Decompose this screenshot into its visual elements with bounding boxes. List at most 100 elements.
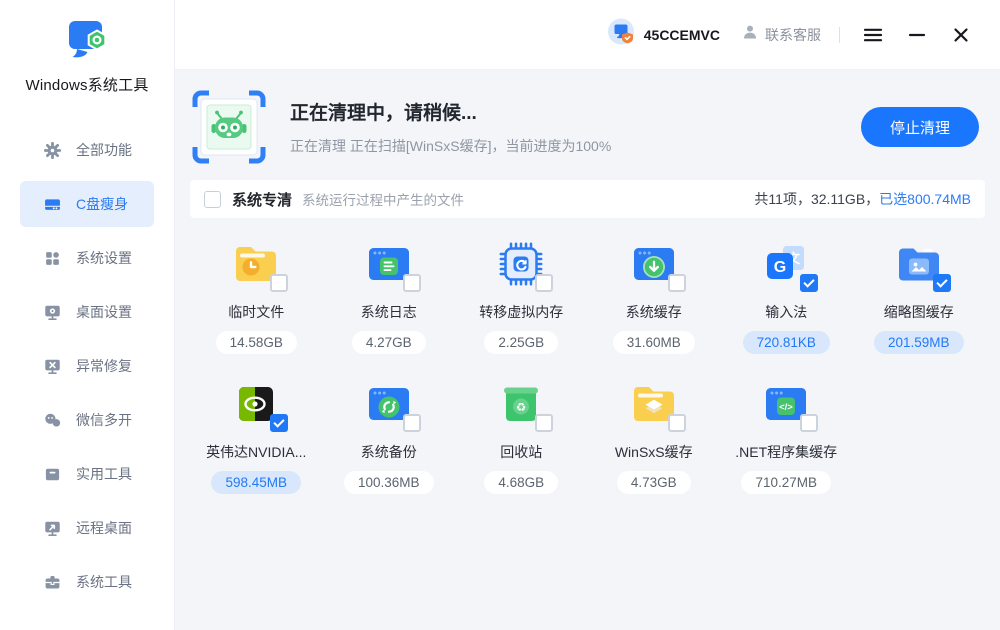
svg-text:♻: ♻: [516, 402, 526, 414]
sidebar-item-label: C盘瘦身: [76, 194, 128, 214]
clean-item-label: .NET程序集缓存: [735, 442, 837, 462]
repair-icon: [44, 358, 61, 375]
clean-item[interactable]: </> .NET程序集缓存 710.27MB: [720, 368, 853, 504]
clean-item-label: 系统备份: [361, 442, 417, 462]
clean-item-checkbox[interactable]: [270, 274, 288, 292]
clean-item-icon-wrap: [630, 240, 678, 288]
sidebar-item[interactable]: 实用工具: [20, 451, 154, 497]
clean-grid: 临时文件 14.58GB 系统日志 4.27GB 转移虚拟内存 2.25GB 系…: [190, 228, 985, 504]
clean-item[interactable]: 临时文件 14.58GB: [190, 228, 323, 364]
person-icon: [742, 24, 758, 45]
section-description: 系统运行过程中产生的文件: [302, 189, 464, 209]
clean-item-size-badge: 31.60MB: [613, 331, 695, 354]
clean-item-label: 英伟达NVIDIA...: [206, 442, 306, 462]
sidebar: Windows系统工具 全部功能 C盘瘦身 系统设置 桌面设置 异常修复 微信多…: [0, 0, 175, 630]
clean-item-checkbox[interactable]: [403, 414, 421, 432]
clean-item-size-badge: 4.27GB: [352, 331, 426, 354]
sidebar-item[interactable]: 微信多开: [20, 397, 154, 443]
titlebar: 45CCEMVC 联系客服: [175, 0, 1000, 70]
summary-text: 共11项，32.11GB，: [754, 191, 879, 207]
contact-support-button[interactable]: 联系客服: [742, 24, 821, 45]
clean-item[interactable]: ♻ 回收站 4.68GB: [455, 368, 588, 504]
clean-item-size-badge: 100.36MB: [344, 471, 434, 494]
clean-item-label: 临时文件: [228, 302, 284, 322]
clean-item-size-badge: 710.27MB: [741, 471, 831, 494]
menu-icon[interactable]: [860, 22, 886, 48]
close-icon[interactable]: [948, 22, 974, 48]
clean-item-size-badge: 2.25GB: [484, 331, 558, 354]
section-header: 系统专清 系统运行过程中产生的文件 共11项，32.11GB，已选800.74M…: [190, 180, 985, 218]
clean-item[interactable]: 转移虚拟内存 2.25GB: [455, 228, 588, 364]
clean-item-checkbox[interactable]: [535, 414, 553, 432]
sidebar-item[interactable]: 桌面设置: [20, 289, 154, 335]
clean-item-checkbox[interactable]: [668, 414, 686, 432]
svg-text:</>: </>: [779, 402, 793, 413]
clean-item[interactable]: 英伟达NVIDIA... 598.45MB: [190, 368, 323, 504]
sidebar-item[interactable]: 全部功能: [20, 127, 154, 173]
clean-item-size-badge: 201.59MB: [874, 331, 964, 354]
clean-item-checkbox[interactable]: [800, 274, 818, 292]
contact-support-label: 联系客服: [765, 25, 821, 45]
drive-icon: [44, 196, 61, 213]
clean-item-checkbox[interactable]: [403, 274, 421, 292]
clean-item-checkbox[interactable]: [800, 414, 818, 432]
titlebar-divider: [839, 27, 840, 43]
clean-item-icon-wrap: 文G: [762, 240, 810, 288]
desktop-settings-icon: [44, 304, 61, 321]
svg-text:G: G: [774, 259, 786, 276]
clean-item[interactable]: 缩略图缓存 201.59MB: [853, 228, 986, 364]
sidebar-item[interactable]: 系统工具: [20, 559, 154, 605]
clean-item[interactable]: 文G 输入法 720.81KB: [720, 228, 853, 364]
clean-item-icon-wrap: [232, 380, 280, 428]
clean-item-label: 系统缓存: [626, 302, 682, 322]
clean-item-label: 回收站: [500, 442, 542, 462]
clean-item-icon-wrap: [895, 240, 943, 288]
app-window: Windows系统工具 全部功能 C盘瘦身 系统设置 桌面设置 异常修复 微信多…: [0, 0, 1000, 630]
clean-item[interactable]: 系统日志 4.27GB: [323, 228, 456, 364]
app-logo: Windows系统工具: [25, 18, 148, 95]
clean-item-icon-wrap: ♻: [497, 380, 545, 428]
sidebar-item[interactable]: C盘瘦身: [20, 181, 154, 227]
sidebar-item-label: 系统工具: [76, 572, 132, 592]
toolbox-icon: [44, 466, 61, 483]
clean-item-size-badge: 4.68GB: [484, 471, 558, 494]
section-summary: 共11项，32.11GB，已选800.74MB: [754, 189, 971, 209]
banner-title: 正在清理中，请稍候...: [290, 98, 861, 125]
wechat-icon: [44, 412, 61, 429]
robot-scan-icon: [192, 90, 266, 164]
username: 45CCEMVC: [644, 27, 720, 43]
clean-item[interactable]: 系统备份 100.36MB: [323, 368, 456, 504]
clean-item-checkbox[interactable]: [535, 274, 553, 292]
grid-icon: [44, 250, 61, 267]
clean-item-checkbox[interactable]: [270, 414, 288, 432]
minimize-icon[interactable]: [904, 22, 930, 48]
clean-item-icon-wrap: [497, 240, 545, 288]
clean-item[interactable]: 系统缓存 31.60MB: [588, 228, 721, 364]
main-area: 45CCEMVC 联系客服: [175, 0, 1000, 630]
clean-item-checkbox[interactable]: [933, 274, 951, 292]
sidebar-item-label: 全部功能: [76, 140, 132, 160]
section-checkbox[interactable]: [204, 191, 221, 208]
app-title: Windows系统工具: [25, 74, 148, 95]
sidebar-item[interactable]: 异常修复: [20, 343, 154, 389]
clean-item[interactable]: WinSxS缓存 4.73GB: [588, 368, 721, 504]
user-avatar-icon: [606, 17, 636, 52]
clean-item-size-badge: 4.73GB: [617, 471, 691, 494]
banner-text: 正在清理中，请稍候... 正在清理 正在扫描[WinSxS缓存]，当前进度为10…: [290, 98, 861, 156]
clean-item-icon-wrap: [630, 380, 678, 428]
gear-icon: [44, 142, 61, 159]
clean-item-label: 转移虚拟内存: [479, 302, 563, 322]
sidebar-item[interactable]: 远程桌面: [20, 505, 154, 551]
stop-cleaning-button[interactable]: 停止清理: [861, 107, 979, 147]
cleaning-banner: 正在清理中，请稍候... 正在清理 正在扫描[WinSxS缓存]，当前进度为10…: [190, 86, 985, 180]
sidebar-item-label: 微信多开: [76, 410, 132, 430]
user-account[interactable]: 45CCEMVC: [606, 17, 720, 52]
sidebar-item[interactable]: 系统设置: [20, 235, 154, 281]
clean-item-label: 系统日志: [361, 302, 417, 322]
clean-item-label: 缩略图缓存: [884, 302, 954, 322]
content-area: 正在清理中，请稍候... 正在清理 正在扫描[WinSxS缓存]，当前进度为10…: [175, 70, 1000, 630]
app-logo-icon: [64, 18, 110, 67]
section-title: 系统专清: [232, 189, 292, 210]
selected-size-link[interactable]: 已选800.74MB: [879, 191, 971, 207]
clean-item-checkbox[interactable]: [668, 274, 686, 292]
